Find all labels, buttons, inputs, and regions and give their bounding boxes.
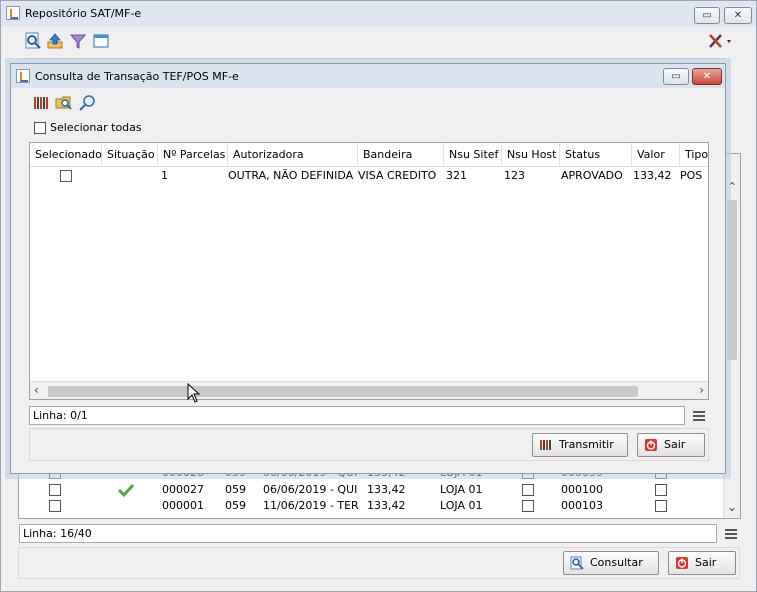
row-store: LOJA 01 (440, 483, 483, 496)
dialog-close-button[interactable]: ✕ (692, 68, 722, 85)
transmit-button[interactable]: Transmitir (532, 433, 628, 457)
row-ref: 000100 (561, 483, 603, 496)
dialog-exit-button[interactable]: Sair (637, 433, 705, 457)
power-icon (676, 557, 688, 569)
scrollbar-thumb[interactable] (48, 386, 638, 397)
row-parcelas: 1 (161, 169, 168, 182)
transactions-grid: Selecionado Situação Nº Parcelas Autoriz… (29, 142, 709, 403)
close-button[interactable]: ✕ (724, 7, 752, 24)
row-nsu-sitef: 321 (446, 169, 467, 182)
column-header-status[interactable]: Status (560, 143, 632, 167)
main-titlebar[interactable]: Repositório SAT/MF-e ▭ ✕ (1, 1, 756, 27)
row-number: 000027 (162, 483, 204, 496)
column-header-tipo[interactable]: Tipo (680, 143, 709, 167)
settings-search-icon[interactable] (78, 94, 96, 112)
row-select-checkbox[interactable] (60, 170, 72, 182)
dialog-status-field: Linha: 0/1 (29, 406, 685, 425)
column-header-parcelas[interactable]: Nº Parcelas (158, 143, 228, 167)
row-value: 133,42 (367, 483, 406, 496)
row-nsu-host: 123 (504, 169, 525, 182)
table-row[interactable]: 000027 059 06/06/2019 - QUI 133,42 LOJA … (19, 482, 719, 498)
search-document-icon[interactable] (24, 32, 42, 50)
transmit-button-label: Transmitir (559, 438, 614, 451)
column-header-autorizadora[interactable]: Autorizadora (228, 143, 358, 167)
scrollbar-thumb[interactable] (727, 200, 737, 360)
row-extra-checkbox[interactable] (655, 484, 667, 496)
column-header-nsu-host[interactable]: Nsu Host (502, 143, 560, 167)
menu-icon[interactable] (693, 411, 705, 421)
row-value: 133,42 (367, 499, 406, 512)
row-ref: 000103 (561, 499, 603, 512)
tools-icon[interactable] (707, 32, 735, 50)
select-all-label[interactable]: Selecionar todas (50, 121, 142, 134)
column-header-bandeira[interactable]: Bandeira (358, 143, 444, 167)
power-icon (645, 439, 657, 451)
dialog-title: Consulta de Transação TEF/POS MF-e (35, 70, 239, 83)
select-all-checkbox[interactable] (34, 122, 46, 134)
scroll-right-icon[interactable]: › (699, 383, 704, 397)
java-app-icon (6, 6, 20, 20)
row-autorizadora: OUTRA, NÃO DEFINIDA (228, 169, 354, 182)
column-header-valor[interactable]: Valor (632, 143, 680, 167)
dialog-exit-button-label: Sair (664, 438, 686, 451)
window-icon[interactable] (92, 32, 110, 50)
scroll-up-icon[interactable]: ⌃ (727, 180, 737, 194)
main-status-field: Linha: 16/40 (19, 524, 717, 543)
row-checkbox[interactable] (49, 484, 61, 496)
row-date: 11/06/2019 - TER (263, 499, 359, 512)
dialog-titlebar[interactable]: Consulta de Transação TEF/POS MF-e ▭ ✕ (11, 64, 725, 88)
row-date: 06/06/2019 - QUI (263, 483, 358, 496)
row-tipo: POS (680, 169, 703, 182)
row-bandeira: VISA CREDITO (358, 169, 437, 182)
check-icon (117, 483, 135, 497)
consult-button-label: Consultar (590, 556, 643, 569)
main-exit-button[interactable]: Sair (668, 551, 736, 575)
restore-button[interactable]: ▭ (694, 7, 720, 24)
transmit-icon (540, 440, 551, 450)
table-row[interactable]: 1 OUTRA, NÃO DEFINIDA VISA CREDITO 321 1… (30, 168, 708, 184)
row-flag-checkbox[interactable] (522, 500, 534, 512)
java-app-icon (16, 69, 30, 83)
main-exit-button-label: Sair (695, 556, 717, 569)
dialog-restore-button[interactable]: ▭ (663, 68, 689, 85)
table-row[interactable]: 000001 059 11/06/2019 - TER 133,42 LOJA … (19, 498, 719, 514)
row-number: 000001 (162, 499, 204, 512)
folder-search-icon[interactable] (55, 94, 73, 112)
horizontal-scrollbar[interactable]: ‹ › (30, 381, 708, 399)
row-valor: 133,42 (633, 169, 672, 182)
search-document-icon (570, 556, 584, 570)
filter-icon[interactable] (69, 32, 87, 50)
row-extra-checkbox[interactable] (655, 500, 667, 512)
row-code: 059 (225, 499, 246, 512)
row-flag-checkbox[interactable] (522, 484, 534, 496)
consult-button[interactable]: Consultar (563, 551, 659, 575)
row-checkbox[interactable] (49, 500, 61, 512)
row-status: APROVADO (561, 169, 623, 182)
scroll-left-icon[interactable]: ‹ (34, 383, 39, 397)
transaction-dialog: Consulta de Transação TEF/POS MF-e ▭ ✕ S… (10, 63, 726, 474)
row-code: 059 (225, 483, 246, 496)
column-header-selecionado[interactable]: Selecionado (30, 143, 102, 167)
column-header-situacao[interactable]: Situação (102, 143, 158, 167)
toolbar-separator (18, 58, 727, 59)
mouse-cursor-icon (187, 383, 201, 403)
menu-icon[interactable] (725, 529, 737, 539)
scroll-down-icon[interactable]: ⌄ (727, 500, 737, 514)
column-header-nsu-sitef[interactable]: Nsu Sitef (444, 143, 502, 167)
main-window-title: Repositório SAT/MF-e (25, 7, 142, 20)
grid-header: Selecionado Situação Nº Parcelas Autoriz… (30, 143, 708, 167)
row-store: LOJA 01 (440, 499, 483, 512)
transmit-icon[interactable] (32, 94, 50, 112)
upload-icon[interactable] (46, 32, 64, 50)
